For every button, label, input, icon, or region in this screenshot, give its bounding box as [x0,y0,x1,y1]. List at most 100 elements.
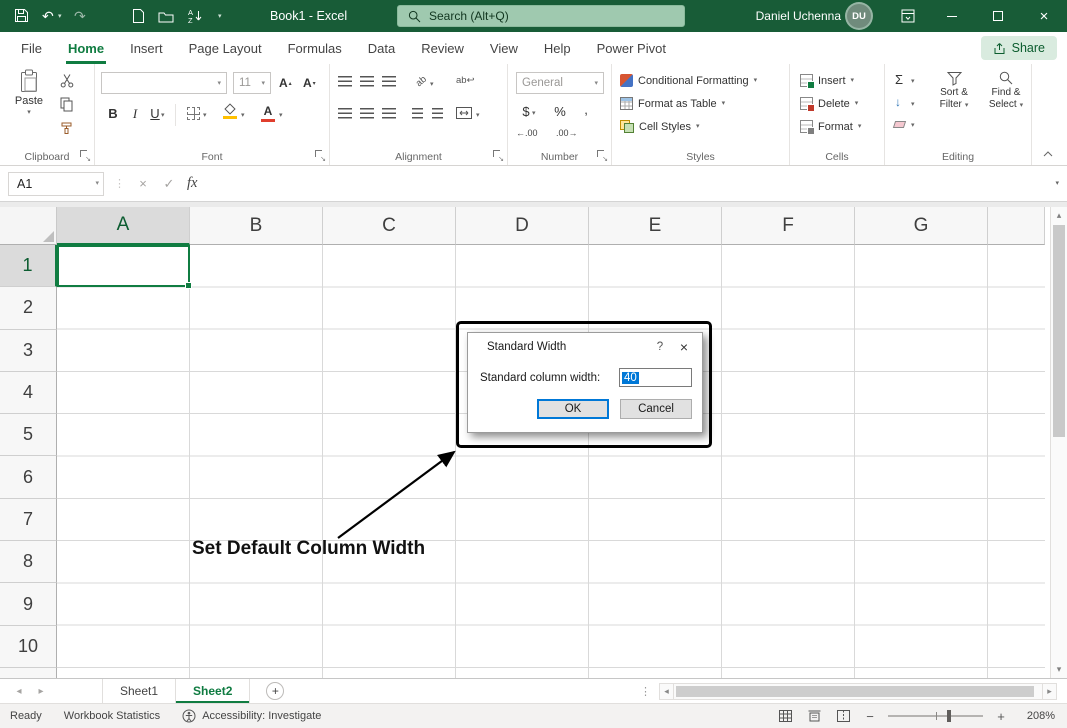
accounting-dropdown-icon[interactable]: ▾ [532,110,536,117]
font-dialog-launcher[interactable] [315,150,325,160]
orientation-button[interactable]: ab [414,74,429,89]
font-color-dropdown-icon[interactable]: ▾ [279,112,283,119]
maximize-button[interactable] [975,0,1021,32]
increase-decimal-button[interactable]: ←.00 [516,128,538,138]
tab-formulas[interactable]: Formulas [275,32,355,64]
delete-cells-button[interactable]: Delete ▾ [800,95,858,112]
search-box[interactable]: Search (Alt+Q) [397,5,685,27]
enter-formula-button[interactable]: ✓ [161,176,177,192]
column-header-d[interactable]: D [456,207,589,245]
open-folder-icon[interactable] [158,10,174,23]
horizontal-scrollbar[interactable]: ◂ ▸ [659,679,1057,703]
column-header-f[interactable]: F [722,207,855,245]
share-button[interactable]: Share [981,36,1057,60]
undo-dropdown-icon[interactable]: ▾ [58,13,62,20]
italic-button[interactable]: I [127,106,143,122]
row-header-6[interactable]: 6 [0,456,57,498]
workbook-statistics-button[interactable]: Workbook Statistics [64,710,160,722]
scroll-up-icon[interactable]: ▴ [1051,210,1067,221]
cell-styles-button[interactable]: Cell Styles ▾ [620,118,699,135]
borders-button[interactable] [187,107,200,120]
tab-page-layout[interactable]: Page Layout [176,32,275,64]
merge-center-dropdown-icon[interactable]: ▾ [476,112,480,119]
autosum-button[interactable]: Σ [895,72,903,87]
name-box-dropdown-icon[interactable]: ▾ [95,180,99,187]
align-left-icon[interactable] [338,108,352,119]
zoom-out-button[interactable]: − [863,709,877,724]
row-header-8[interactable]: 8 [0,541,57,583]
column-header-a[interactable]: A [57,207,190,245]
fill-handle[interactable] [185,282,192,289]
comma-style-button[interactable]: , [578,102,594,117]
normal-view-button[interactable] [776,707,794,725]
select-all-corner[interactable] [0,207,57,245]
column-header-e[interactable]: E [589,207,722,245]
save-icon[interactable] [14,8,29,23]
insert-cells-button[interactable]: Insert ▾ [800,72,854,89]
clear-dropdown-icon[interactable]: ▾ [911,122,915,129]
page-layout-view-button[interactable] [805,707,823,725]
middle-align-icon[interactable] [360,76,374,87]
accessibility-status[interactable]: Accessibility: Investigate [182,709,321,723]
new-sheet-button[interactable]: + [266,682,284,700]
column-header-c[interactable]: C [323,207,456,245]
vertical-scrollbar[interactable]: ▴ ▾ [1050,207,1067,678]
row-header-2[interactable]: 2 [0,287,57,329]
selected-cell-a1[interactable] [57,245,190,287]
sheet-tab-sheet1[interactable]: Sheet1 [102,679,176,703]
tab-view[interactable]: View [477,32,531,64]
undo-icon[interactable]: ↶ [42,7,54,25]
zoom-slider[interactable] [888,715,983,717]
number-format-combo[interactable]: General ▾ [516,72,604,94]
font-name-combo[interactable]: ▾ [101,72,227,94]
number-dialog-launcher[interactable] [597,150,607,160]
merge-center-button[interactable] [456,107,472,119]
borders-dropdown-icon[interactable]: ▾ [203,112,207,119]
insert-function-button[interactable]: fx [187,175,197,192]
bold-button[interactable]: B [105,106,121,121]
cancel-formula-button[interactable]: × [135,176,151,191]
row-header-4[interactable]: 4 [0,372,57,414]
row-header-partial[interactable] [0,668,57,678]
increase-indent-icon[interactable] [432,108,443,119]
scroll-left-icon[interactable]: ◂ [659,683,674,700]
orientation-dropdown-icon[interactable]: ▾ [430,81,434,88]
find-select-button[interactable]: Find & Select▾ [981,70,1031,111]
close-button[interactable]: × [1021,0,1067,32]
tab-help[interactable]: Help [531,32,584,64]
row-header-10[interactable]: 10 [0,626,57,668]
underline-dropdown-icon[interactable]: ▾ [161,112,165,119]
decrease-font-size-button[interactable]: A▾ [303,76,316,90]
row-header-1[interactable]: 1 [0,245,57,287]
fill-button[interactable]: ↓ [895,95,901,109]
formula-bar-expand-icon[interactable]: ▾ [1055,180,1059,187]
tab-review[interactable]: Review [408,32,477,64]
top-align-icon[interactable] [338,76,352,87]
fill-color-dropdown-icon[interactable]: ▾ [241,112,245,119]
conditional-formatting-button[interactable]: Conditional Formatting ▾ [620,72,757,89]
row-header-3[interactable]: 3 [0,330,57,372]
fill-color-button[interactable] [223,104,237,119]
decrease-decimal-button[interactable]: .00→ [556,128,578,138]
sort-ascending-icon[interactable]: AZ [188,8,203,24]
tab-home[interactable]: Home [55,32,117,64]
vertical-scroll-thumb[interactable] [1053,225,1065,437]
column-header-g[interactable]: G [855,207,988,245]
customize-toolbar-icon[interactable]: ▾ [218,13,222,20]
clear-button[interactable] [893,121,906,128]
collapse-ribbon-button[interactable] [1043,151,1053,157]
horizontal-scroll-thumb[interactable] [676,686,1034,697]
copy-button[interactable] [60,97,73,112]
sheet-nav-next-icon[interactable]: ▸ [30,679,52,703]
row-header-9[interactable]: 9 [0,583,57,625]
zoom-level[interactable]: 208% [1019,710,1055,722]
increase-font-size-button[interactable]: A▴ [279,76,292,90]
formula-input[interactable] [207,172,1045,196]
cells-area[interactable] [57,245,1045,678]
percent-style-button[interactable]: % [552,104,568,119]
bottom-align-icon[interactable] [382,76,396,87]
row-header-5[interactable]: 5 [0,414,57,456]
sort-filter-button[interactable]: Sort & Filter▾ [929,70,979,111]
wrap-text-button[interactable]: ab↩ [456,75,475,86]
format-as-table-button[interactable]: Format as Table ▾ [620,95,725,112]
